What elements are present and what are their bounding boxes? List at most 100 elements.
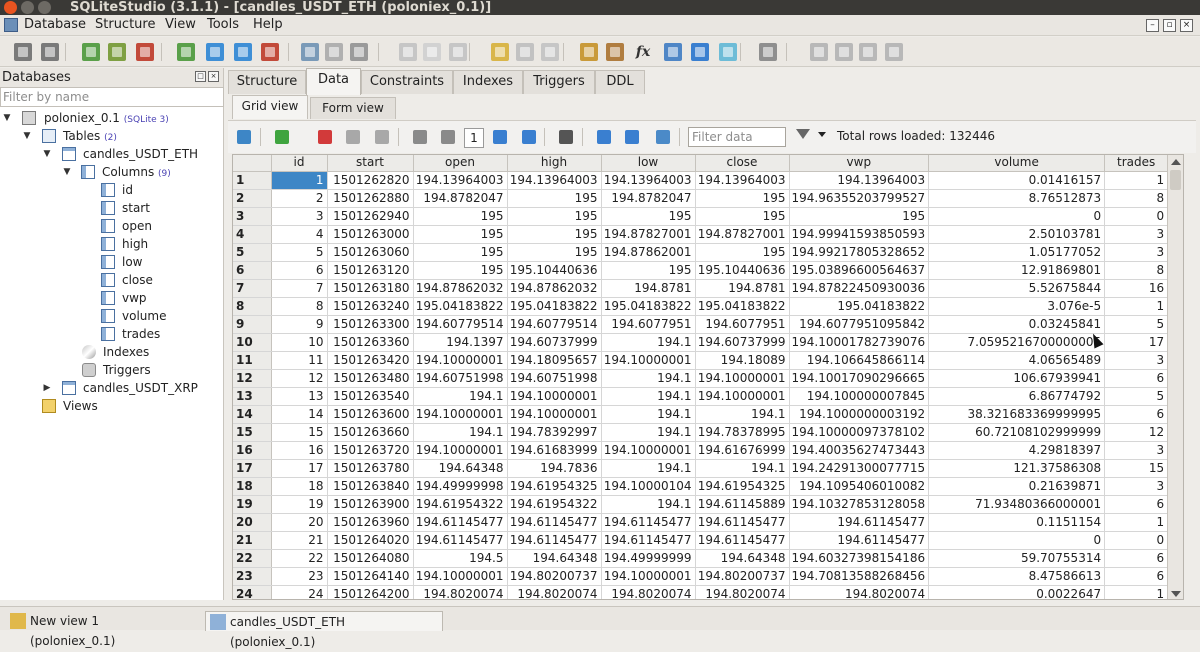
cell-trades[interactable]: 15 <box>1104 459 1169 478</box>
config-icon[interactable] <box>759 43 777 61</box>
cell-start[interactable]: 1501264200 <box>327 585 414 599</box>
cell-close[interactable]: 194.61676999 <box>695 441 790 460</box>
cell-volume[interactable]: 0.21639871 <box>928 477 1106 496</box>
cell-id[interactable]: 11 <box>271 351 328 370</box>
close-window-button[interactable] <box>4 1 17 14</box>
subtab-grid-view[interactable]: Grid view <box>232 95 308 119</box>
cell-start[interactable]: 1501263420 <box>327 351 414 370</box>
cell-low[interactable]: 194.61145477 <box>601 531 696 550</box>
cell-start[interactable]: 1501264020 <box>327 531 414 550</box>
row-number[interactable]: 21 <box>233 531 272 550</box>
tab-indexes[interactable]: Indexes <box>453 70 523 94</box>
row-number[interactable]: 2 <box>233 189 272 208</box>
cell-vwp[interactable]: 195.04183822 <box>789 297 930 316</box>
scroll-up-icon[interactable] <box>1171 159 1181 165</box>
float-panel-icon[interactable]: □ <box>195 71 206 82</box>
row-number[interactable]: 22 <box>233 549 272 568</box>
cell-trades[interactable]: 3 <box>1104 441 1169 460</box>
cell-trades[interactable]: 1 <box>1104 297 1169 316</box>
cell-low[interactable]: 194.13964003 <box>601 171 696 190</box>
last-page-icon[interactable] <box>522 130 536 144</box>
cell-start[interactable]: 1501263120 <box>327 261 414 280</box>
cell-start[interactable]: 1501263780 <box>327 459 414 478</box>
refresh-data-icon[interactable] <box>237 130 251 144</box>
row-number[interactable]: 13 <box>233 387 272 406</box>
cell-close[interactable]: 194.18089 <box>695 351 790 370</box>
cell-close[interactable]: 194.80200737 <box>695 567 790 586</box>
cell-volume[interactable]: 6.86774792 <box>928 387 1106 406</box>
cell-trades[interactable]: 17 <box>1104 333 1169 352</box>
row-number[interactable]: 16 <box>233 441 272 460</box>
cell-id[interactable]: 23 <box>271 567 328 586</box>
cell-id[interactable]: 10 <box>271 333 328 352</box>
edit-trigger-icon[interactable] <box>423 43 441 61</box>
cell-open[interactable]: 194.64348 <box>413 459 508 478</box>
column-header-low[interactable]: low <box>601 155 696 172</box>
cell-high[interactable]: 195 <box>507 207 602 226</box>
cell-volume[interactable]: 38.321683369999995 <box>928 405 1106 424</box>
cell-close[interactable]: 194.60737999 <box>695 333 790 352</box>
cell-high[interactable]: 194.7836 <box>507 459 602 478</box>
tree-item-table-xrp[interactable]: ▶ candles_USDT_XRP <box>0 379 220 397</box>
row-number[interactable]: 10 <box>233 333 272 352</box>
delete-trigger-icon[interactable] <box>449 43 467 61</box>
column-header-start[interactable]: start <box>327 155 414 172</box>
cell-open[interactable]: 194.8020074 <box>413 585 508 599</box>
cell-trades[interactable]: 1 <box>1104 585 1169 599</box>
cell-high[interactable]: 194.61954325 <box>507 477 602 496</box>
cell-high[interactable]: 194.8020074 <box>507 585 602 599</box>
cell-volume[interactable]: 4.29818397 <box>928 441 1106 460</box>
tab-data[interactable]: Data <box>306 68 361 95</box>
cell-open[interactable]: 194.60751998 <box>413 369 508 388</box>
table-row[interactable]: 17 17 1501263780 194.64348 194.7836 194.1 194.… <box>233 459 1169 478</box>
table-row[interactable]: 2 2 1501262880 194.8782047 195 194.8782047 195… <box>233 189 1169 208</box>
cell-start[interactable]: 1501263240 <box>327 297 414 316</box>
column-header-trades[interactable]: trades <box>1104 155 1169 172</box>
row-number[interactable]: 19 <box>233 495 272 514</box>
cell-vwp[interactable]: 195.03896600564637 <box>789 261 930 280</box>
cell-high[interactable]: 194.61954322 <box>507 495 602 514</box>
subtab-form-view[interactable]: Form view <box>310 97 396 119</box>
column-header-close[interactable]: close <box>695 155 790 172</box>
cell-open[interactable]: 194.1397 <box>413 333 508 352</box>
cell-volume[interactable]: 0.03245841 <box>928 315 1106 334</box>
table-row[interactable]: 6 6 1501263120 195 195.10440636 195 195.104406… <box>233 261 1169 280</box>
expand-arrow-icon[interactable]: ▼ <box>62 163 72 181</box>
cell-id[interactable]: 18 <box>271 477 328 496</box>
database-filter-input[interactable]: Filter by name <box>0 87 224 107</box>
cell-trades[interactable]: 12 <box>1104 423 1169 442</box>
cell-trades[interactable]: 6 <box>1104 549 1169 568</box>
cell-vwp[interactable]: 194.61145477 <box>789 513 930 532</box>
row-number[interactable]: 14 <box>233 405 272 424</box>
edit-view-icon[interactable] <box>516 43 534 61</box>
tile-icon[interactable] <box>810 43 828 61</box>
cell-volume[interactable]: 5.52675844 <box>928 279 1106 298</box>
delete-index-icon[interactable] <box>350 43 368 61</box>
cell-vwp[interactable]: 194.60327398154186 <box>789 549 930 568</box>
cell-close[interactable]: 194.61954325 <box>695 477 790 496</box>
cell-open[interactable]: 194.10000001 <box>413 441 508 460</box>
cell-close[interactable]: 194.61145477 <box>695 531 790 550</box>
tree-item-column[interactable]: open <box>0 217 220 235</box>
cell-volume[interactable]: 106.67939941 <box>928 369 1106 388</box>
cell-vwp[interactable]: 194.100000007845 <box>789 387 930 406</box>
column-header-open[interactable]: open <box>413 155 508 172</box>
cell-volume[interactable]: 121.37586308 <box>928 459 1106 478</box>
scroll-down-icon[interactable] <box>1171 591 1181 597</box>
cell-open[interactable]: 194.87862032 <box>413 279 508 298</box>
expand-arrow-icon[interactable]: ▼ <box>22 127 32 145</box>
cell-high[interactable]: 195 <box>507 225 602 244</box>
row-number[interactable]: 5 <box>233 243 272 262</box>
cell-close[interactable]: 195.04183822 <box>695 297 790 316</box>
cell-high[interactable]: 194.61145477 <box>507 531 602 550</box>
tree-item-column[interactable]: high <box>0 235 220 253</box>
print-icon[interactable] <box>559 130 573 144</box>
tree-item-columns[interactable]: ▼ Columns (9) <box>0 163 220 181</box>
table-row[interactable]: 3 3 1501262940 195 195 195 195 195 0 0 <box>233 207 1169 226</box>
extensions-icon[interactable] <box>691 43 709 61</box>
cell-close[interactable]: 194.1 <box>695 405 790 424</box>
cell-close[interactable]: 194.8781 <box>695 279 790 298</box>
table-row[interactable]: 7 7 1501263180 194.87862032 194.87862032 194.… <box>233 279 1169 298</box>
connect-icon[interactable] <box>14 43 32 61</box>
tree-item-column[interactable]: vwp <box>0 289 220 307</box>
